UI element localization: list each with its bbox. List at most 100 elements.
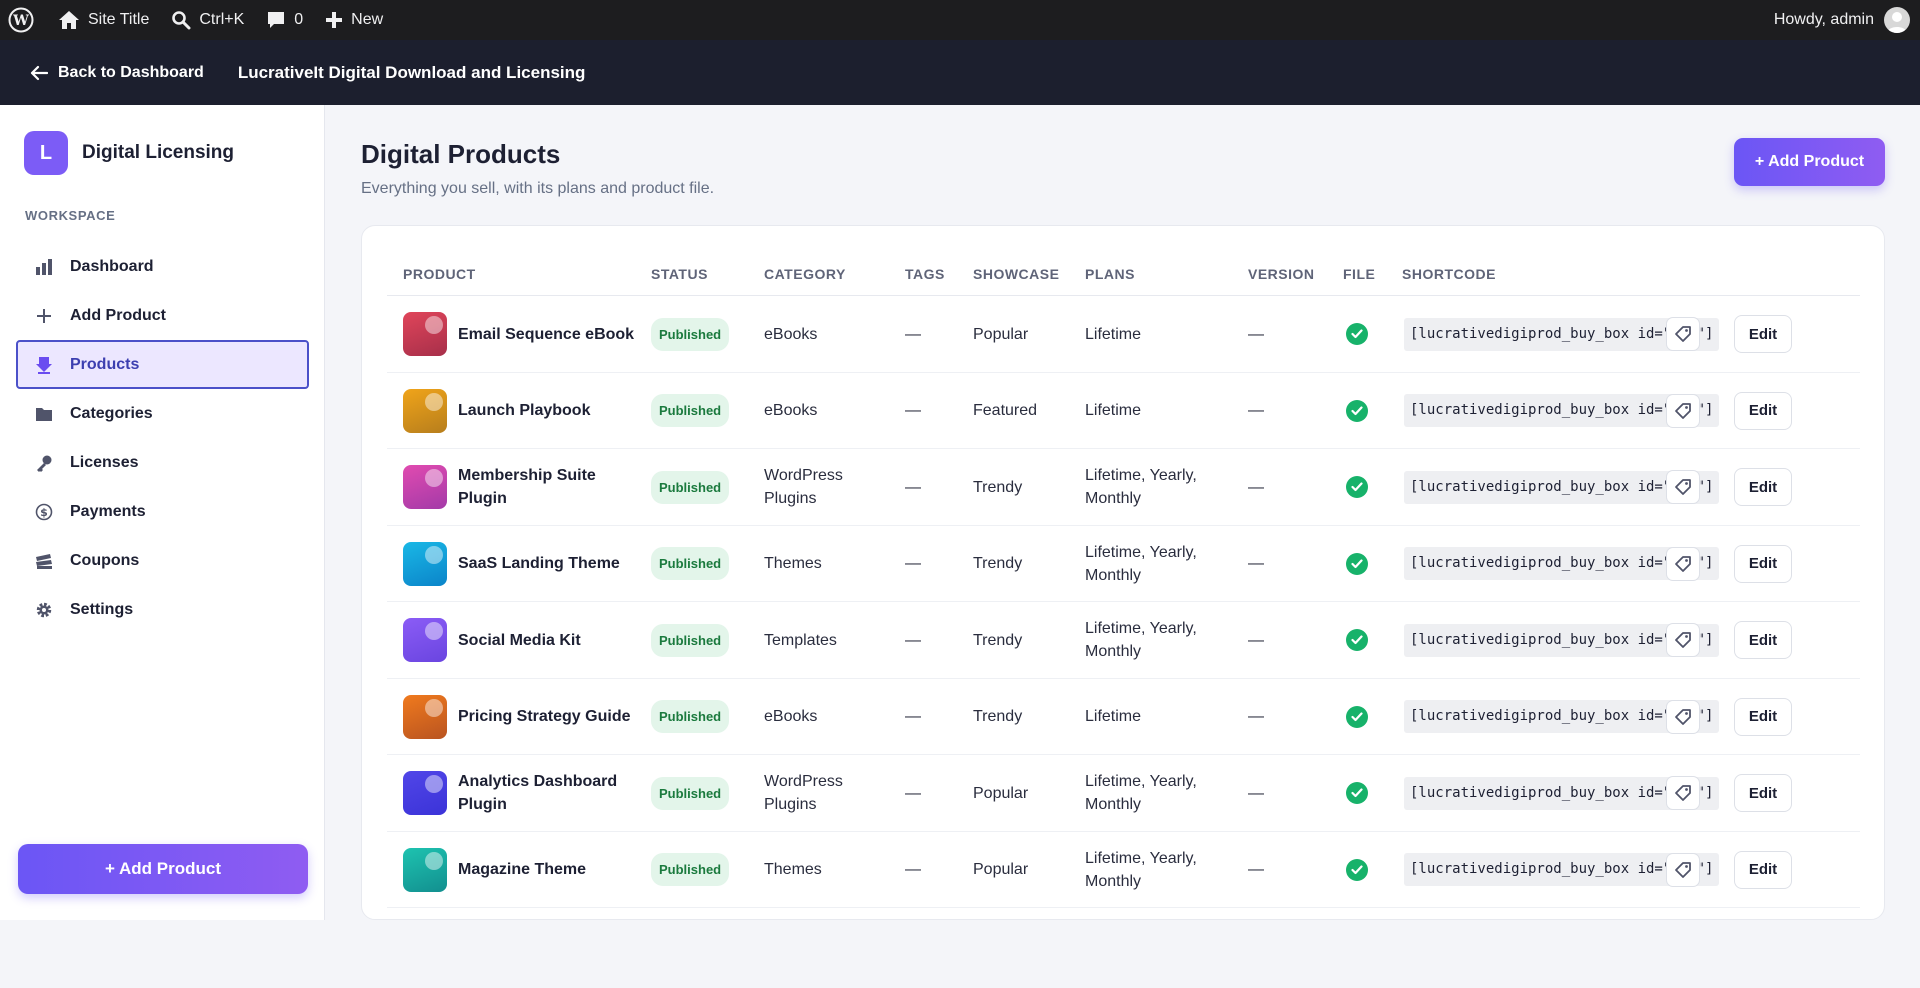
- table-header: PRODUCT STATUS CATEGORY TAGS SHOWCASE PL…: [387, 250, 1860, 296]
- wordpress-icon: W: [8, 7, 34, 33]
- version-cell: —: [1248, 555, 1264, 572]
- sidebar-item-products[interactable]: Products: [16, 340, 309, 389]
- file-cell: [1346, 449, 1368, 525]
- sidebar-item-label: Licenses: [70, 453, 139, 471]
- tags-cell: —: [905, 555, 921, 572]
- table-row: Membership Suite Plugin Published WordPr…: [387, 449, 1860, 526]
- tags-cell: —: [905, 784, 921, 802]
- sidebar-item-dashboard[interactable]: Dashboard: [16, 242, 309, 291]
- plus-icon: [326, 12, 343, 28]
- copy-shortcode-button[interactable]: [1666, 623, 1700, 657]
- sidebar-item-coupons[interactable]: Coupons: [16, 536, 309, 585]
- edit-button[interactable]: Edit: [1734, 621, 1792, 659]
- products-card: PRODUCT STATUS CATEGORY TAGS SHOWCASE PL…: [361, 225, 1885, 920]
- download-icon: [34, 355, 54, 375]
- add-product-button[interactable]: + Add Product: [1734, 138, 1885, 186]
- plans-cell: Lifetime: [1085, 708, 1142, 725]
- showcase-cell: Popular: [973, 784, 1029, 802]
- edit-button[interactable]: Edit: [1734, 697, 1792, 736]
- sidebar-item-label: Categories: [70, 404, 153, 422]
- product-name[interactable]: Magazine Theme: [458, 858, 638, 881]
- plans-cell: Lifetime, Yearly, Monthly: [1085, 467, 1197, 507]
- copy-shortcode-button[interactable]: [1666, 470, 1700, 504]
- status-badge: Published: [651, 394, 730, 427]
- product-name[interactable]: SaaS Landing Theme: [458, 552, 638, 575]
- site-title-link[interactable]: Site Title: [44, 0, 159, 40]
- product-thumbnail: [403, 388, 447, 433]
- edit-button[interactable]: Edit: [1734, 315, 1792, 353]
- edit-cell: Edit: [1734, 679, 1792, 755]
- copy-shortcode-button[interactable]: [1666, 852, 1700, 887]
- product-name[interactable]: Email Sequence eBook: [458, 323, 638, 346]
- copy-shortcode-button[interactable]: [1666, 776, 1700, 810]
- page-subtitle: Everything you sell, with its plans and …: [361, 180, 715, 197]
- page-title: Digital Products: [361, 139, 561, 169]
- gear-icon: [34, 600, 54, 620]
- copy-shortcode-button[interactable]: [1666, 699, 1700, 734]
- edit-button[interactable]: Edit: [1734, 850, 1792, 889]
- showcase-cell: Featured: [973, 402, 1038, 419]
- edit-button[interactable]: Edit: [1734, 774, 1792, 812]
- edit-button[interactable]: Edit: [1734, 391, 1792, 430]
- sidebar-item-label: Products: [70, 355, 140, 373]
- tags-cell: —: [905, 631, 921, 649]
- plans-cell: Lifetime, Yearly, Monthly: [1085, 849, 1197, 890]
- product-name[interactable]: Pricing Strategy Guide: [458, 705, 638, 728]
- category-cell: WordPress Plugins: [764, 773, 843, 813]
- bar-chart-icon: [34, 257, 54, 277]
- product-name[interactable]: Social Media Kit: [458, 629, 638, 652]
- header-showcase: SHOWCASE: [973, 266, 1060, 282]
- edit-button[interactable]: Edit: [1734, 468, 1792, 506]
- sidebar-item-licenses[interactable]: Licenses: [16, 438, 309, 487]
- copy-shortcode-button[interactable]: [1666, 546, 1700, 581]
- new-content-button[interactable]: New: [313, 0, 393, 40]
- sidebar-add-product-button[interactable]: + Add Product: [18, 844, 308, 894]
- copy-shortcode-button[interactable]: [1666, 317, 1700, 351]
- file-cell: [1346, 602, 1368, 678]
- version-cell: —: [1248, 631, 1264, 649]
- product-name[interactable]: Analytics Dashboard Plugin: [458, 770, 638, 816]
- arrow-left-icon: [30, 65, 48, 80]
- product-name[interactable]: Launch Playbook: [458, 399, 638, 422]
- edit-button[interactable]: Edit: [1734, 544, 1792, 583]
- header-shortcode: SHORTCODE: [1402, 266, 1496, 282]
- check-icon: [1346, 629, 1368, 651]
- sidebar-item-payments[interactable]: $ Payments: [16, 487, 309, 536]
- user-silhouette-icon: [1887, 12, 1907, 33]
- plans-cell: Lifetime: [1085, 402, 1142, 419]
- sidebar-item-categories[interactable]: Categories: [16, 389, 309, 438]
- edit-cell: Edit: [1734, 602, 1792, 678]
- sidebar: L Digital Licensing WORKSPACE Dashboard …: [0, 105, 325, 920]
- sidebar-item-add-product[interactable]: Add Product: [16, 291, 309, 340]
- copy-cell: [1666, 449, 1700, 525]
- header-tags: TAGS: [905, 266, 945, 282]
- table-row: Social Media Kit Published Templates — T…: [387, 602, 1860, 679]
- sidebar-item-label: Dashboard: [70, 257, 154, 275]
- status-cell: Published: [651, 832, 730, 908]
- search-button[interactable]: Ctrl+K: [159, 0, 254, 40]
- plans-cell: Lifetime, Yearly, Monthly: [1085, 543, 1197, 584]
- check-icon: [1346, 476, 1368, 498]
- comments-button[interactable]: 0: [254, 0, 313, 40]
- check-icon: [1346, 323, 1368, 345]
- copy-shortcode-button[interactable]: [1666, 393, 1700, 428]
- header-version: VERSION: [1248, 266, 1315, 282]
- product-name[interactable]: Membership Suite Plugin: [458, 464, 638, 510]
- status-badge: Published: [651, 317, 730, 351]
- sidebar-item-settings[interactable]: Settings: [16, 585, 309, 634]
- edit-cell: Edit: [1734, 373, 1792, 449]
- back-label: Back to Dashboard: [58, 63, 204, 81]
- wordpress-logo-button[interactable]: W: [0, 0, 44, 40]
- check-icon: [1346, 705, 1368, 728]
- status-cell: Published: [651, 602, 730, 678]
- edit-cell: Edit: [1734, 832, 1792, 908]
- back-to-dashboard-link[interactable]: Back to Dashboard: [30, 64, 204, 82]
- account-menu[interactable]: Howdy, admin: [1774, 0, 1910, 40]
- svg-text:W: W: [12, 13, 29, 29]
- file-cell: [1346, 296, 1368, 372]
- status-cell: Published: [651, 449, 730, 525]
- status-badge: Published: [651, 853, 730, 886]
- product-thumbnail: [403, 771, 447, 815]
- tags-cell: —: [905, 402, 921, 419]
- product-thumbnail: [403, 847, 447, 892]
